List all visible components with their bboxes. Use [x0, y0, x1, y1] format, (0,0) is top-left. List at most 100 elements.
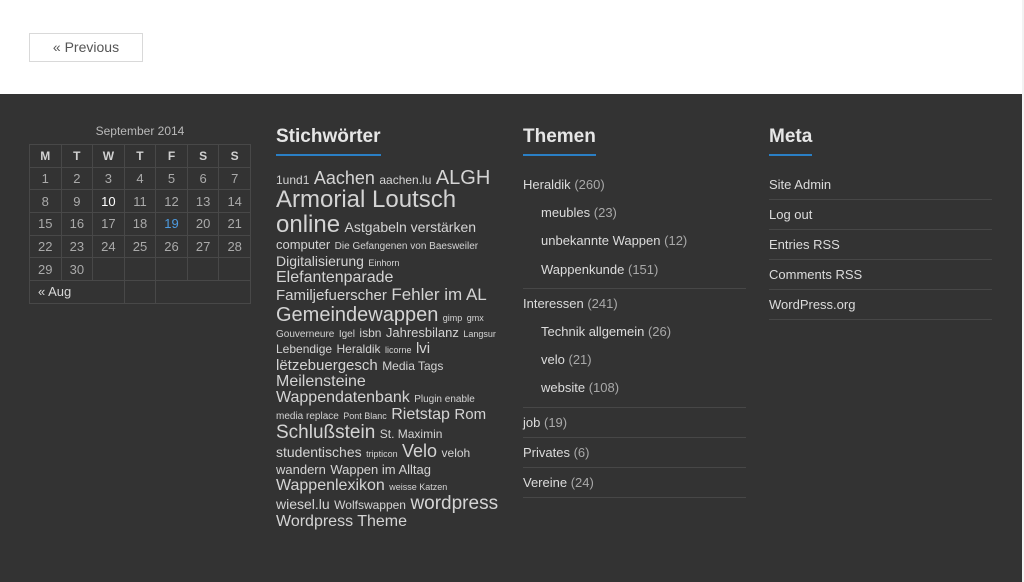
tag-link[interactable]: gimp	[443, 313, 463, 323]
subcategory-link[interactable]: velo	[541, 352, 565, 367]
tag-link[interactable]: lvi	[416, 340, 430, 357]
tag-link[interactable]: 1und1	[276, 173, 309, 187]
tag-link[interactable]: Wordpress Theme	[276, 513, 407, 530]
category-item: Privates (6)	[523, 438, 746, 468]
tag-link[interactable]: Elefantenparade	[276, 269, 393, 286]
tag-link[interactable]: weisse Katzen	[389, 482, 447, 492]
tag-link[interactable]: wandern	[276, 462, 326, 477]
tag-link[interactable]: Einhorn	[368, 258, 399, 268]
previous-button[interactable]: « Previous	[29, 33, 143, 62]
calendar-day: 6	[186, 166, 220, 191]
tag-link[interactable]: St. Maximin	[380, 427, 443, 441]
subcategory-link[interactable]: website	[541, 380, 585, 395]
tag-link[interactable]: Aachen	[314, 168, 375, 188]
tag-link[interactable]: Pont Blanc	[343, 411, 387, 421]
log-out-link[interactable]: Log out	[769, 207, 812, 222]
tag-link[interactable]: Heraldik	[337, 342, 381, 356]
subcategory-link[interactable]: Wappenkunde	[541, 262, 624, 277]
tag-link[interactable]: Digitalisierung	[276, 253, 364, 269]
calendar-day: 8	[29, 189, 62, 214]
comments-rss-link[interactable]: Comments RSS	[769, 267, 862, 282]
tags-widget-title: Stichwörter	[276, 126, 381, 156]
entries-rss-link[interactable]: Entries RSS	[769, 237, 840, 252]
category-count: (21)	[568, 352, 592, 368]
tag-link[interactable]: tripticon	[366, 449, 398, 459]
tag-link[interactable]: computer	[276, 237, 330, 252]
calendar-next-month	[155, 280, 251, 304]
calendar-day: 15	[29, 212, 62, 236]
calendar-day-link[interactable]: 19	[155, 212, 188, 236]
tag-link[interactable]: Die Gefangenen von Baesweiler	[335, 241, 478, 252]
meta-item: Comments RSS	[769, 260, 992, 290]
tag-link[interactable]: Igel	[339, 329, 355, 340]
calendar-day: 26	[155, 234, 188, 259]
tag-link[interactable]: licorne	[385, 345, 412, 355]
tag-link[interactable]: Schlußstein	[276, 422, 375, 443]
category-count: (24)	[570, 474, 594, 490]
tag-link[interactable]: Wappendatenbank	[276, 389, 410, 406]
calendar-week: 15 16 17 18 19 20 21	[29, 212, 251, 236]
tag-link[interactable]: aachen.lu	[379, 173, 431, 187]
site-admin-link[interactable]: Site Admin	[769, 177, 831, 192]
calendar-widget: September 2014 M T W T F S S 1 2 3 4 5 6…	[29, 124, 251, 304]
tag-link[interactable]: Gouverneure	[276, 329, 334, 340]
tag-link[interactable]: Wappenlexikon	[276, 477, 385, 494]
tag-link[interactable]: Jahresbilanz	[386, 325, 459, 340]
subcategory-link[interactable]: unbekannte Wappen	[541, 233, 661, 248]
calendar-day: 18	[123, 212, 157, 236]
tag-link[interactable]: Wappen im Alltag	[330, 462, 431, 477]
tag-link[interactable]: wiesel.lu	[276, 496, 330, 512]
calendar-day: 4	[123, 166, 157, 191]
category-link[interactable]: Vereine	[523, 475, 567, 490]
tag-link[interactable]: studentisches	[276, 444, 362, 460]
calendar-day: 10	[92, 189, 125, 214]
weekday-header: F	[155, 144, 188, 168]
category-item: job (19)	[523, 408, 746, 438]
categories-widget-title: Themen	[523, 126, 596, 156]
category-count: (260)	[574, 177, 605, 192]
tag-link[interactable]: Gemeindewappen	[276, 304, 438, 326]
tag-link[interactable]: Meilensteine	[276, 373, 366, 390]
calendar-day: 3	[92, 166, 125, 191]
category-link[interactable]: job	[523, 415, 540, 430]
subcategory-link[interactable]: meubles	[541, 205, 590, 220]
tag-link[interactable]: Familjefuerscher	[276, 287, 387, 304]
calendar-day: 9	[60, 189, 94, 214]
tag-link[interactable]: Media Tags	[382, 359, 443, 373]
tag-link[interactable]: wordpress	[410, 493, 498, 514]
calendar-day: 5	[155, 166, 188, 191]
calendar-day: 25	[123, 234, 157, 259]
tag-link[interactable]: lëtzebuergesch	[276, 357, 378, 374]
tag-link[interactable]: Fehler im AL	[391, 285, 486, 304]
tag-link[interactable]: Rom	[454, 406, 486, 423]
weekday-header: M	[29, 144, 62, 168]
category-link[interactable]: Interessen	[523, 296, 584, 311]
calendar-prev-month-link[interactable]: « Aug	[29, 280, 125, 304]
tag-link[interactable]: Langsur	[463, 329, 496, 339]
calendar-day: 20	[186, 212, 220, 236]
weekday-header: T	[60, 144, 94, 168]
category-link[interactable]: Heraldik	[523, 177, 571, 192]
tag-link[interactable]: Wolfswappen	[334, 498, 406, 512]
category-item: Heraldik (260) meubles (23) unbekannte W…	[523, 170, 746, 289]
calendar-day: 14	[218, 189, 251, 214]
calendar-day: 28	[218, 234, 251, 259]
wordpress-org-link[interactable]: WordPress.org	[769, 297, 855, 312]
tag-link[interactable]: Rietstap	[391, 406, 450, 423]
calendar-weekday-row: M T W T F S S	[29, 144, 251, 168]
tag-link[interactable]: gmx	[467, 313, 484, 323]
category-link[interactable]: Privates	[523, 445, 570, 460]
category-count: (151)	[627, 261, 659, 277]
tag-link[interactable]: Astgabeln verstärken	[345, 219, 477, 235]
meta-widget: Meta Site Admin Log out Entries RSS Comm…	[769, 126, 992, 320]
category-count: (23)	[593, 205, 617, 220]
weekday-header: S	[218, 144, 251, 168]
weekday-header: W	[92, 144, 125, 168]
subcategory-list: Technik allgemein (26) velo (21) website…	[523, 318, 746, 407]
tag-link[interactable]: veloh	[442, 446, 471, 460]
calendar-day: 23	[60, 234, 94, 259]
tag-link[interactable]: isbn	[359, 326, 381, 340]
subcategory-link[interactable]: Technik allgemein	[541, 324, 644, 339]
tag-link[interactable]: Velo	[402, 441, 437, 461]
tag-link[interactable]: Lebendige	[276, 342, 332, 356]
